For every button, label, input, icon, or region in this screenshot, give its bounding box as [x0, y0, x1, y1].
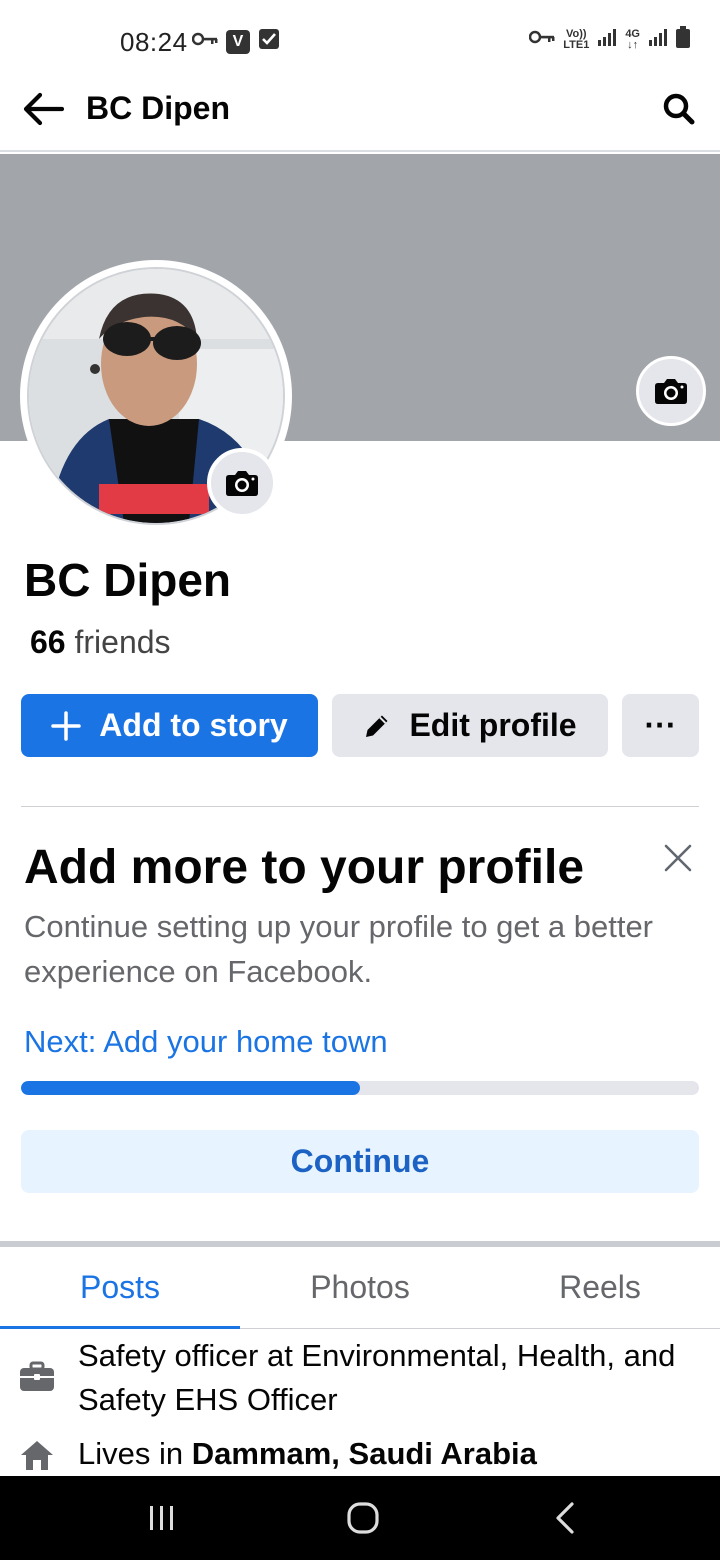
app-header: BC Dipen: [0, 70, 720, 152]
back-button[interactable]: [18, 86, 68, 132]
back-chevron-icon: [556, 1502, 574, 1534]
profile-progress-bar: [21, 1081, 699, 1095]
briefcase-icon: [18, 1358, 56, 1396]
home-icon: [18, 1436, 56, 1474]
friends-count[interactable]: 66 friends: [30, 624, 171, 661]
plus-icon: [51, 710, 82, 741]
4g-signal-icon: 4G ↓↑: [625, 27, 640, 51]
header-title: BC Dipen: [86, 90, 230, 126]
more-icon: ···: [644, 707, 677, 743]
card-title: Add more to your profile: [24, 841, 585, 894]
lives-prefix: Lives in: [78, 1436, 192, 1471]
edit-profile-label: Edit profile: [409, 707, 577, 743]
arrow-left-icon: [23, 92, 64, 126]
tab-label: Photos: [310, 1269, 410, 1305]
profile-name: BC Dipen: [24, 554, 231, 606]
tab-reels[interactable]: Reels: [480, 1247, 720, 1328]
search-icon: [663, 93, 695, 125]
friends-label: friends: [74, 624, 171, 660]
pencil-icon: [363, 712, 391, 740]
intro-lives-text: Lives in Dammam, Saudi Arabia: [78, 1432, 698, 1476]
add-to-story-button[interactable]: Add to story: [21, 694, 318, 757]
add-to-story-label: Add to story: [99, 707, 288, 743]
next-step-link[interactable]: Next: Add your home town: [24, 1024, 388, 1060]
friends-number: 66: [30, 624, 66, 660]
signal-bars-icon: [648, 27, 668, 52]
close-icon: [664, 844, 692, 872]
more-options-button[interactable]: ···: [622, 694, 699, 757]
divider: [21, 806, 699, 807]
profile-tabs: Posts Photos Reels: [0, 1247, 720, 1329]
signal-bars-icon: [597, 27, 617, 52]
progress-fill: [21, 1081, 360, 1095]
key-icon: [191, 31, 218, 52]
system-back-button[interactable]: [535, 1494, 595, 1542]
vpn-icon: V: [226, 29, 250, 54]
edit-profile-button[interactable]: Edit profile: [332, 694, 608, 757]
intro-work-text: Safety officer at Environmental, Health,…: [78, 1338, 676, 1417]
system-nav-bar: [0, 1476, 720, 1560]
status-left-icons: V: [191, 28, 280, 55]
continue-label: Continue: [290, 1143, 430, 1179]
tab-label: Posts: [79, 1269, 161, 1305]
avatar-camera-button[interactable]: [207, 448, 277, 518]
status-bar: 08:24 V Vo)) LTE1 4G ↓↑: [0, 0, 720, 70]
status-time: 08:24: [120, 27, 188, 57]
volte-label-bottom: LTE1: [563, 38, 590, 51]
check-icon: [258, 28, 280, 55]
continue-button[interactable]: Continue: [21, 1130, 699, 1193]
tab-posts[interactable]: Posts: [0, 1247, 240, 1329]
battery-icon: [676, 26, 690, 53]
search-button[interactable]: [656, 86, 702, 132]
volte-signal-icon: Vo)) LTE1: [563, 28, 590, 51]
cover-camera-button[interactable]: [636, 356, 706, 426]
lives-place[interactable]: Dammam, Saudi Arabia: [192, 1436, 537, 1471]
recent-apps-icon: [150, 1506, 173, 1530]
net-label: 4G: [625, 27, 640, 40]
home-button[interactable]: [333, 1494, 393, 1542]
status-right-icons: Vo)) LTE1 4G ↓↑: [528, 26, 690, 53]
card-description: Continue setting up your profile to get …: [24, 909, 654, 989]
camera-icon: [655, 379, 687, 404]
home-circle-icon: [347, 1502, 379, 1534]
tab-label: Reels: [559, 1269, 641, 1305]
camera-icon: [226, 471, 258, 496]
recent-apps-button[interactable]: [132, 1494, 192, 1542]
tab-photos[interactable]: Photos: [240, 1247, 480, 1328]
key-icon: [528, 29, 555, 50]
card-close-button[interactable]: [656, 836, 700, 880]
